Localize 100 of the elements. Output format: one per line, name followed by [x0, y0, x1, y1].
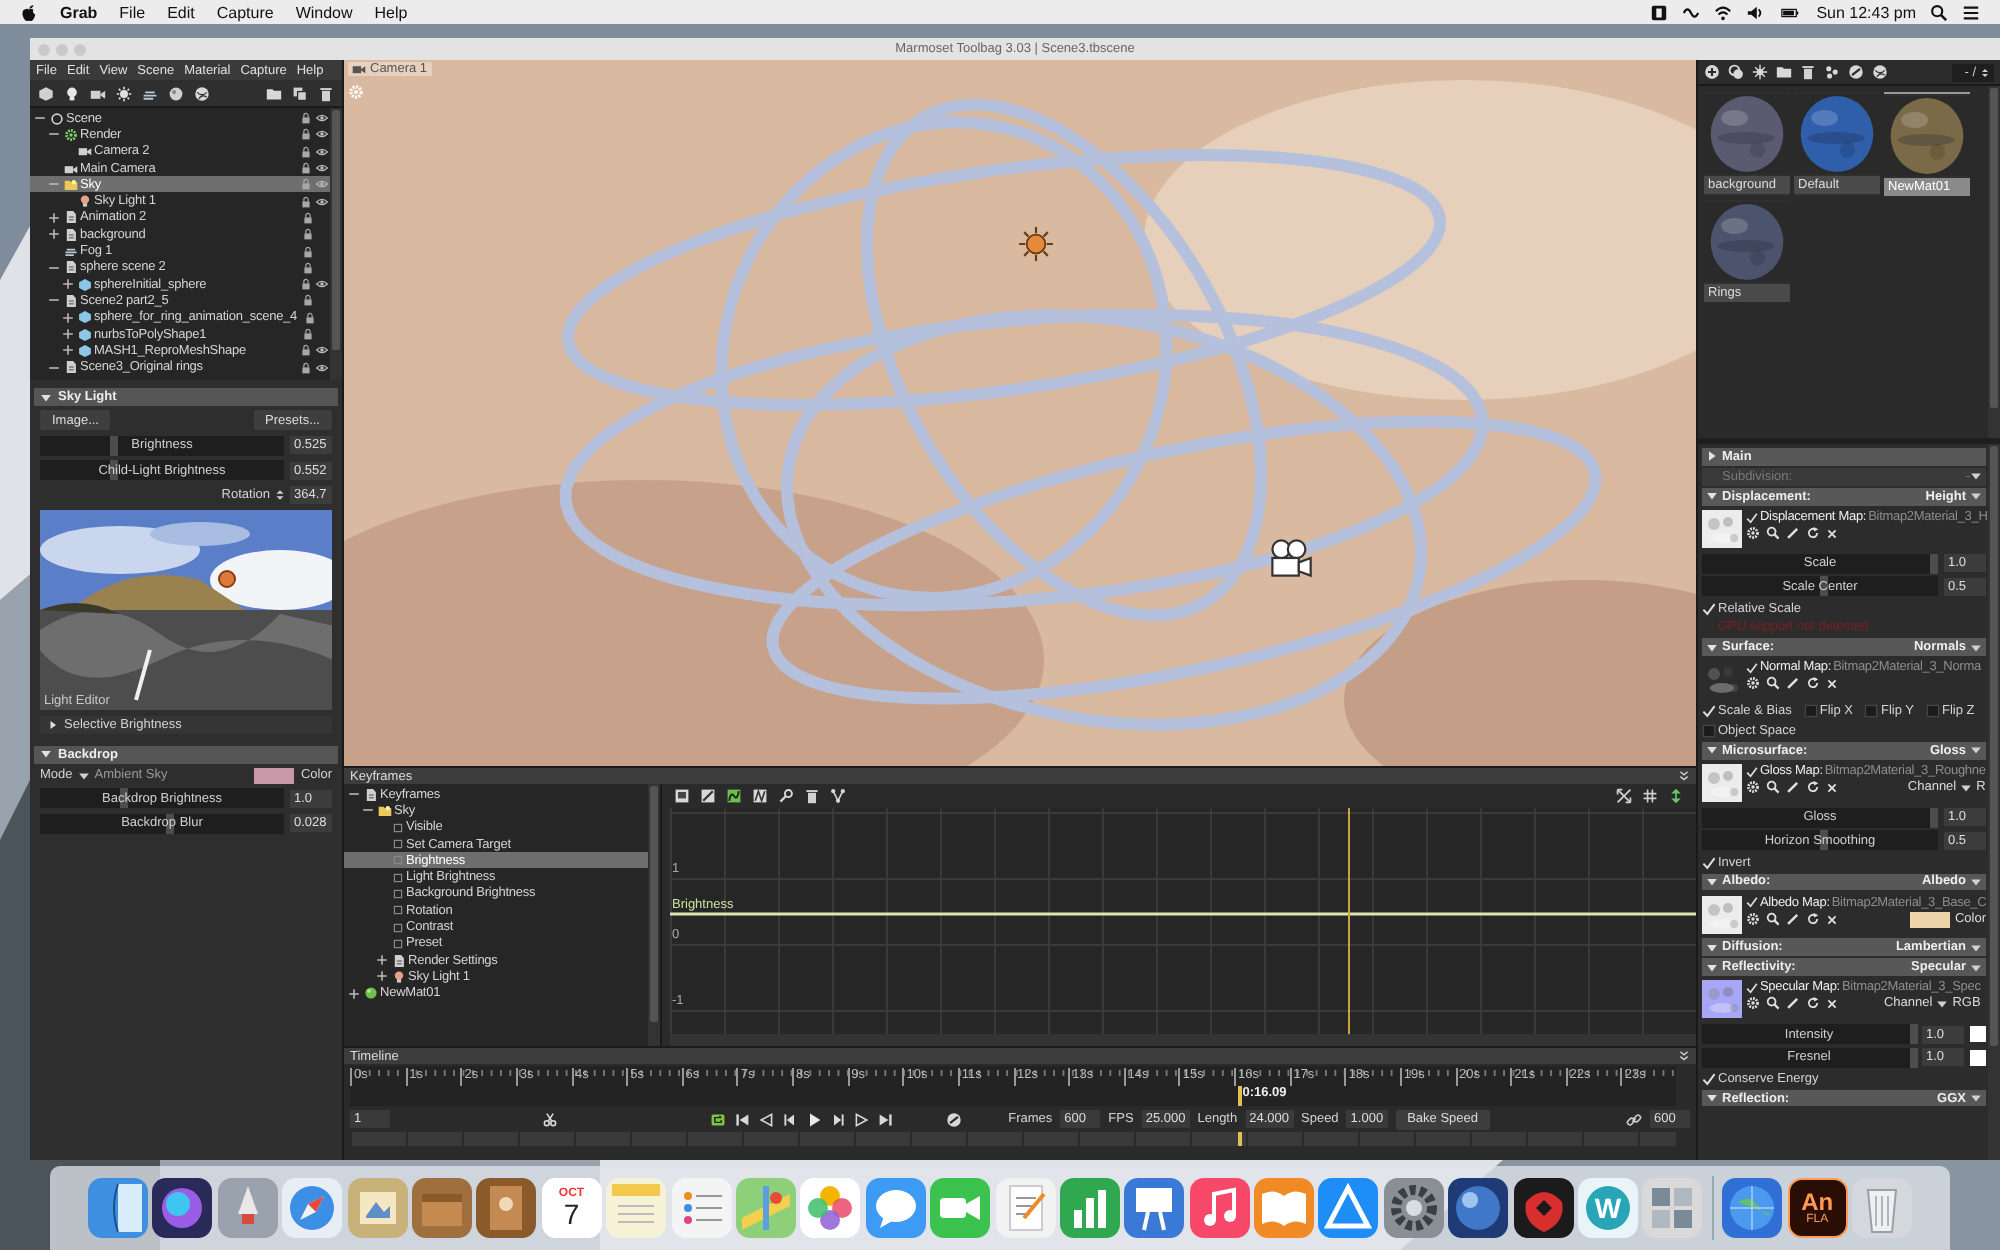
eye-icon[interactable]: [314, 128, 330, 141]
expander-icon[interactable]: [34, 112, 46, 125]
speaker-icon[interactable]: [1746, 3, 1765, 21]
slider-handle[interactable]: [110, 460, 119, 480]
color-swatch[interactable]: [1910, 911, 1951, 928]
dots-icon[interactable]: [1824, 64, 1840, 80]
search-icon[interactable]: [1766, 912, 1780, 927]
podium-icon[interactable]: [1124, 1178, 1185, 1238]
music-note-icon[interactable]: [1189, 1178, 1250, 1238]
fit-icon[interactable]: [1616, 787, 1632, 803]
disclosure-icon[interactable]: [1706, 490, 1718, 503]
grid-icon[interactable]: [1642, 787, 1658, 803]
checkbox[interactable]: [1864, 704, 1879, 719]
spinner-icon[interactable]: [274, 487, 286, 501]
bulb-icon[interactable]: [64, 85, 80, 101]
menu-item[interactable]: Help: [374, 3, 408, 21]
expander-icon[interactable]: [362, 804, 374, 817]
close-icon[interactable]: [1826, 781, 1838, 794]
check-icon[interactable]: [1702, 855, 1716, 869]
checkbox[interactable]: [1925, 704, 1940, 719]
eye-icon[interactable]: [314, 112, 330, 125]
duplicate-icon[interactable]: [1728, 64, 1744, 80]
lock-icon[interactable]: [303, 311, 316, 324]
lock-icon[interactable]: [299, 145, 311, 158]
menu-item[interactable]: Window: [295, 3, 353, 21]
scrollbar[interactable]: [330, 108, 342, 380]
playhead-line[interactable]: [1347, 808, 1351, 1034]
disclosure-icon[interactable]: [1706, 941, 1718, 954]
eye-icon[interactable]: [314, 195, 330, 208]
compass-icon[interactable]: [282, 1178, 343, 1238]
expander-icon[interactable]: [48, 261, 60, 274]
apple-icon[interactable]: [20, 3, 38, 21]
step-forward-icon[interactable]: [830, 1111, 846, 1127]
step-back-icon[interactable]: [782, 1111, 798, 1127]
globe-icon[interactable]: [1872, 64, 1888, 80]
close-icon[interactable]: [1826, 677, 1838, 690]
slider-handle[interactable]: [1820, 830, 1828, 851]
menu-item[interactable]: Edit: [167, 3, 195, 21]
menu-item[interactable]: Capture: [216, 3, 274, 21]
expander-icon[interactable]: [376, 970, 388, 983]
copy-icon[interactable]: [292, 85, 308, 101]
eye-icon[interactable]: [314, 162, 330, 175]
chat-bubble-icon[interactable]: [865, 1178, 926, 1238]
book-icon[interactable]: [476, 1178, 537, 1238]
pencil-icon[interactable]: [1786, 912, 1800, 927]
close-icon[interactable]: [1826, 997, 1838, 1010]
collapse-icon[interactable]: [1678, 1050, 1690, 1062]
lock-icon[interactable]: [299, 195, 311, 208]
search-icon[interactable]: [1766, 526, 1780, 541]
fog-icon[interactable]: [142, 85, 158, 101]
add-icon[interactable]: [1704, 64, 1720, 80]
expander-icon[interactable]: [62, 344, 74, 357]
disclosure-icon[interactable]: [1706, 450, 1718, 463]
lock-icon[interactable]: [299, 162, 311, 175]
timeline-track[interactable]: [350, 1132, 1676, 1146]
slider-handle[interactable]: [110, 435, 119, 455]
refresh-icon[interactable]: [1806, 526, 1820, 541]
expander-icon[interactable]: [62, 311, 74, 324]
settings-icon[interactable]: [1746, 912, 1760, 927]
search-icon[interactable]: [1766, 780, 1780, 795]
refresh-icon[interactable]: [1806, 676, 1820, 691]
trash-icon[interactable]: [1800, 64, 1816, 80]
slider-handle[interactable]: [1909, 1047, 1918, 1068]
expander-icon[interactable]: [48, 211, 60, 224]
sun-icon[interactable]: [1018, 226, 1054, 262]
expander-icon[interactable]: [48, 294, 60, 307]
bar-chart-icon[interactable]: [1059, 1178, 1120, 1238]
disclosure-icon[interactable]: [40, 391, 52, 403]
lock-icon[interactable]: [301, 261, 313, 274]
lock-icon[interactable]: [299, 344, 311, 357]
check-icon[interactable]: [1746, 661, 1758, 674]
lock-icon[interactable]: [299, 112, 311, 125]
close-icon[interactable]: [1826, 527, 1838, 540]
menu-item[interactable]: Grab: [60, 3, 98, 21]
disclosure-icon[interactable]: [1706, 744, 1718, 757]
check-icon[interactable]: [1746, 896, 1758, 909]
skip-start-icon[interactable]: [734, 1111, 750, 1127]
checklist-icon[interactable]: [671, 1178, 732, 1238]
scissors-icon[interactable]: [542, 1111, 558, 1127]
map-icon[interactable]: [735, 1178, 796, 1238]
menu-icon[interactable]: [1962, 3, 1980, 21]
previous-key-icon[interactable]: [758, 1111, 774, 1127]
expander-icon[interactable]: [48, 228, 60, 241]
checkbox[interactable]: [1702, 724, 1716, 739]
lock-icon[interactable]: [299, 128, 311, 141]
expander-icon[interactable]: [348, 788, 360, 801]
status-icon[interactable]: [1650, 3, 1669, 21]
blob-icon[interactable]: [1513, 1178, 1574, 1238]
search-icon[interactable]: [1766, 676, 1780, 691]
disclosure-icon[interactable]: [1706, 641, 1718, 653]
disclosure-icon[interactable]: [1706, 1092, 1718, 1105]
color-swatch[interactable]: [1970, 1026, 1986, 1043]
expander-icon[interactable]: [48, 128, 60, 141]
lock-icon[interactable]: [301, 211, 313, 224]
step-key-icon[interactable]: [674, 787, 690, 803]
expander-icon[interactable]: [348, 987, 360, 1000]
trash-icon[interactable]: [318, 85, 334, 101]
flower-icon[interactable]: [800, 1178, 861, 1238]
search-icon[interactable]: [1930, 3, 1948, 21]
camera-icon[interactable]: [90, 85, 106, 101]
